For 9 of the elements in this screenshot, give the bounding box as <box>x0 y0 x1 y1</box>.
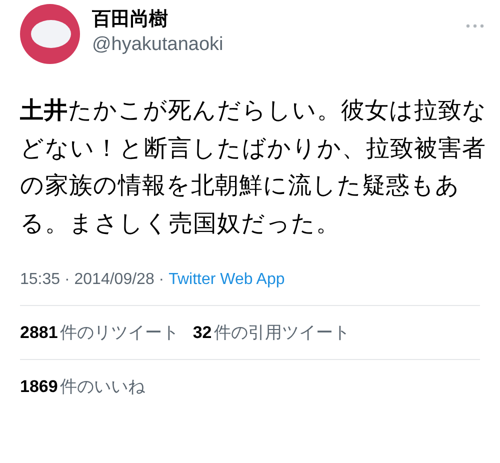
author-handle[interactable]: @hyakutanaoki <box>92 32 224 58</box>
tweet-text: 土井たかこが死んだらしい。彼女は拉致などない！と断言したばかりか、拉致被害者の家族の情報を北朝鮮に流した疑惑もある。まさしく売国奴だった。 <box>20 96 488 238</box>
avatar-icon <box>20 4 80 64</box>
more-icon[interactable] <box>466 24 484 28</box>
engagement-stat[interactable]: 32件の引用ツイート <box>192 320 350 346</box>
engagement-stat[interactable]: 1869件のいいね <box>20 374 145 400</box>
author-name[interactable]: 百田尚樹 <box>92 8 224 32</box>
tweet-timestamp: 15:35 · 2014/09/28 · <box>20 270 166 290</box>
engagement-stat[interactable]: 2881件のリツイート <box>20 320 179 346</box>
